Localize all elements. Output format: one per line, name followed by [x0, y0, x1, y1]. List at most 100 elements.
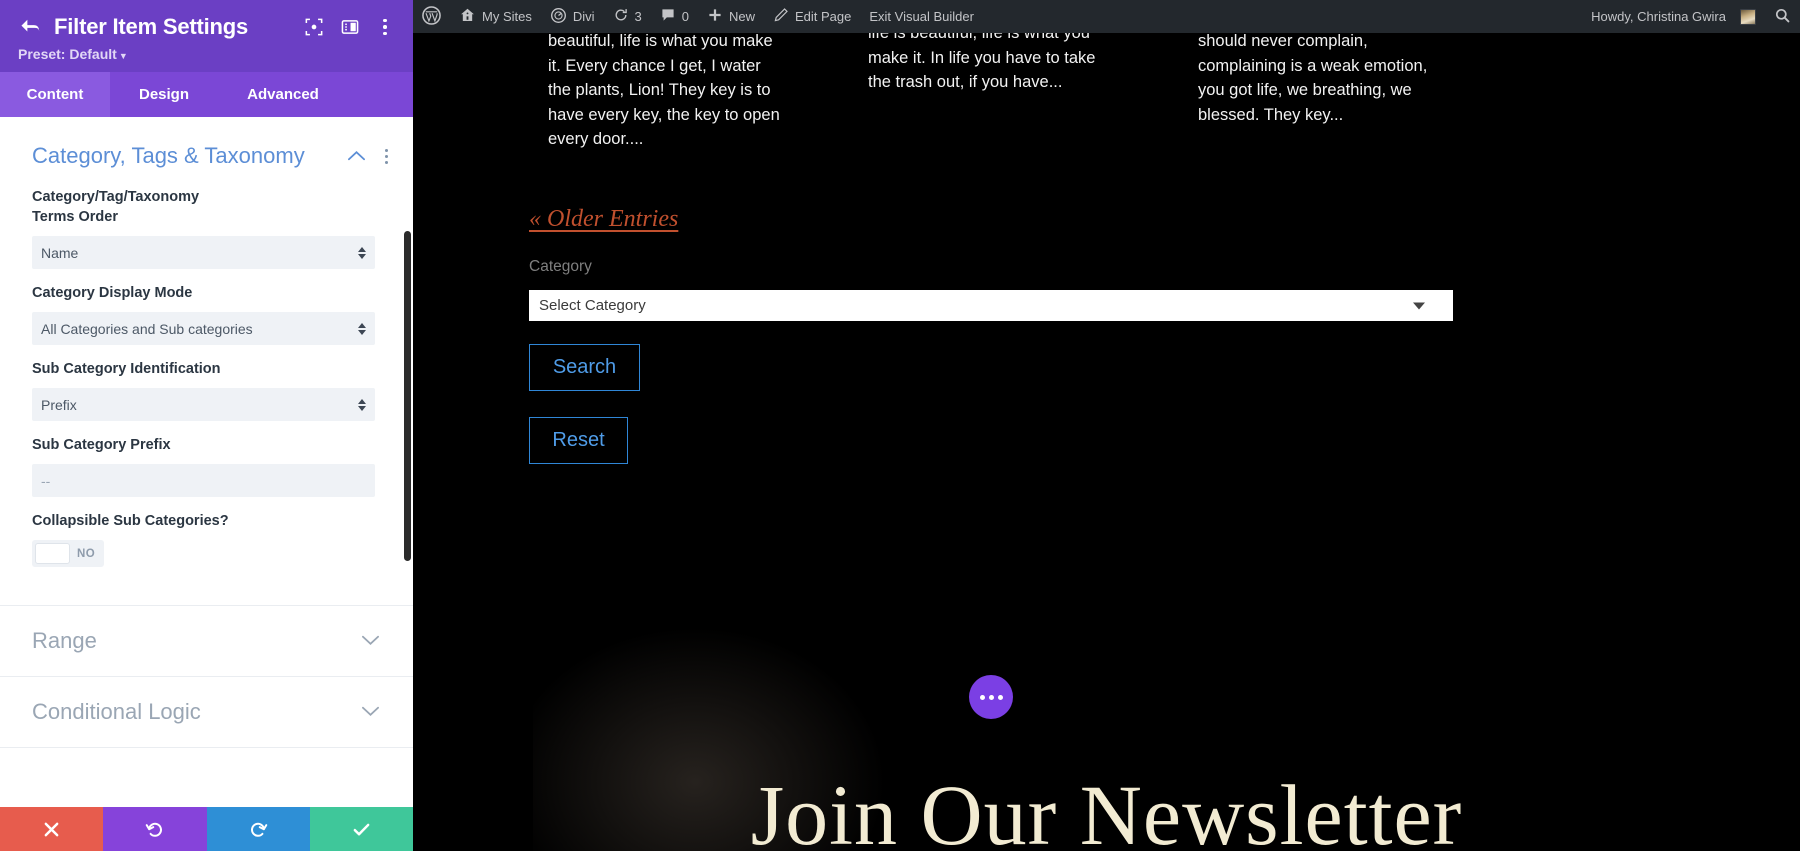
panel-layout-icon[interactable] [341, 18, 359, 36]
save-button[interactable] [310, 807, 413, 851]
divi-floating-menu-button[interactable] [969, 675, 1013, 719]
field-sub-category-prefix: Sub Category Prefix -- [0, 421, 413, 497]
admin-bar-divi-label: Divi [573, 9, 595, 24]
howdy-label: Howdy, Christina Gwira [1591, 9, 1726, 24]
category-select-value: Select Category [539, 297, 646, 314]
search-button[interactable]: Search [529, 344, 640, 391]
admin-bar-search[interactable] [1765, 0, 1800, 33]
terms-order-value: Name [41, 245, 78, 261]
updates-icon [613, 7, 629, 26]
ellipsis-icon-dot-1 [980, 695, 985, 700]
check-icon [352, 820, 371, 839]
select-arrows-icon [358, 399, 366, 411]
pencil-icon [773, 7, 789, 26]
settings-body: Category, Tags & Taxonomy Category/Tag/T… [0, 117, 413, 807]
admin-bar-divi[interactable]: Divi [541, 0, 604, 33]
field-terms-order-label-line2: Terms Order [32, 207, 375, 227]
undo-button[interactable] [103, 807, 206, 851]
field-collapsible-label: Collapsible Sub Categories? [32, 511, 375, 531]
admin-bar-updates-count: 3 [635, 9, 642, 24]
chevron-down-icon [362, 631, 379, 651]
tab-design[interactable]: Design [110, 72, 218, 117]
settings-tabs: Content Design Advanced [0, 72, 413, 117]
admin-bar-my-sites[interactable]: My Sites [450, 0, 541, 33]
sub-category-identification-select[interactable]: Prefix [32, 388, 375, 421]
admin-bar-account[interactable]: Howdy, Christina Gwira [1582, 0, 1765, 33]
divi-gauge-icon [550, 7, 567, 27]
wordpress-admin-bar: My Sites Divi 3 0 New Edit Page Exit Vis… [413, 0, 1800, 33]
ellipsis-icon-dot-2 [989, 695, 994, 700]
section-range[interactable]: Range [0, 606, 413, 677]
category-display-mode-select[interactable]: All Categories and Sub categories [32, 312, 375, 345]
comment-icon [660, 7, 676, 26]
focus-target-icon[interactable] [305, 18, 323, 36]
admin-bar-new[interactable]: New [698, 0, 764, 33]
terms-order-select[interactable]: Name [32, 236, 375, 269]
panel-scrollbar[interactable] [404, 231, 411, 561]
tab-content[interactable]: Content [0, 72, 110, 117]
search-icon [1774, 7, 1791, 27]
admin-bar-right-group: Howdy, Christina Gwira [1582, 0, 1800, 33]
category-filter-form: Category Select Category Search Reset [529, 258, 1453, 464]
reset-button[interactable]: Reset [529, 417, 628, 464]
filter-item-settings-panel: Filter Item Settings Preset: Default▼ Co… [0, 0, 413, 851]
field-sub-category-identification: Sub Category Identification Prefix [0, 345, 413, 421]
wordpress-logo-icon [422, 6, 441, 28]
field-sub-identification-label: Sub Category Identification [32, 359, 375, 379]
section-conditional-logic-label: Conditional Logic [32, 699, 362, 725]
field-terms-order-label: Category/Tag/Taxonomy Terms Order [32, 187, 375, 227]
admin-bar-exit-label: Exit Visual Builder [869, 9, 974, 24]
section-heading: Category, Tags & Taxonomy [32, 143, 348, 169]
admin-bar-comments-count: 0 [682, 9, 689, 24]
cancel-button[interactable] [0, 807, 103, 851]
section-range-label: Range [32, 628, 362, 654]
preset-selector[interactable]: Preset: Default▼ [18, 46, 395, 62]
toggle-knob [35, 543, 70, 564]
sub-identification-value: Prefix [41, 397, 77, 413]
category-select[interactable]: Select Category [529, 290, 1453, 321]
back-arrow-icon[interactable] [18, 16, 44, 38]
close-icon [43, 821, 60, 838]
chevron-down-icon: ▼ [119, 51, 128, 61]
ellipsis-icon-dot-3 [998, 695, 1003, 700]
admin-bar-edit-page-label: Edit Page [795, 9, 851, 24]
plus-icon [707, 7, 723, 26]
sub-category-prefix-input[interactable]: -- [32, 464, 375, 497]
undo-icon [145, 820, 164, 839]
collapsible-toggle[interactable]: NO [32, 540, 104, 567]
admin-bar-edit-page[interactable]: Edit Page [764, 0, 860, 33]
post-excerpt-1: beautiful, life is what you make it. Eve… [548, 33, 788, 152]
field-category-display-mode: Category Display Mode All Categories and… [0, 269, 413, 345]
post-excerpt-3: should never complain, complaining is a … [1198, 33, 1443, 127]
admin-bar-wordpress-logo[interactable] [413, 0, 450, 33]
admin-bar-my-sites-label: My Sites [482, 9, 532, 24]
visual-builder-canvas: beautiful, life is what you make it. Eve… [413, 33, 1800, 851]
tab-advanced[interactable]: Advanced [218, 72, 348, 117]
preset-label: Preset: Default [18, 46, 117, 62]
page-title: Filter Item Settings [54, 14, 305, 40]
panel-more-options-icon[interactable] [377, 19, 393, 36]
chevron-down-icon [1413, 302, 1425, 309]
select-arrows-icon [358, 323, 366, 335]
admin-bar-updates[interactable]: 3 [604, 0, 651, 33]
settings-panel-header: Filter Item Settings Preset: Default▼ [0, 0, 413, 72]
category-label: Category [529, 258, 1453, 276]
chevron-up-icon[interactable] [348, 146, 365, 166]
toggle-value-label: NO [77, 548, 95, 560]
post-excerpt-2: life is beautiful, life is what you make… [868, 33, 1118, 95]
home-icon [459, 7, 476, 27]
avatar [1740, 9, 1756, 25]
settings-action-bar [0, 807, 413, 851]
field-terms-order: Category/Tag/Taxonomy Terms Order Name [0, 173, 413, 269]
sub-category-prefix-placeholder: -- [41, 473, 50, 489]
section-conditional-logic[interactable]: Conditional Logic [0, 677, 413, 748]
newsletter-heading: Join Our Newsletter [413, 765, 1800, 851]
admin-bar-exit-visual-builder[interactable]: Exit Visual Builder [860, 0, 983, 33]
admin-bar-comments[interactable]: 0 [651, 0, 698, 33]
section-category-tags-taxonomy: Category, Tags & Taxonomy [0, 117, 413, 173]
field-sub-prefix-label: Sub Category Prefix [32, 435, 375, 455]
section-more-options-icon[interactable] [379, 149, 393, 164]
admin-bar-new-label: New [729, 9, 755, 24]
redo-button[interactable] [207, 807, 310, 851]
older-entries-link[interactable]: « Older Entries [529, 206, 678, 233]
